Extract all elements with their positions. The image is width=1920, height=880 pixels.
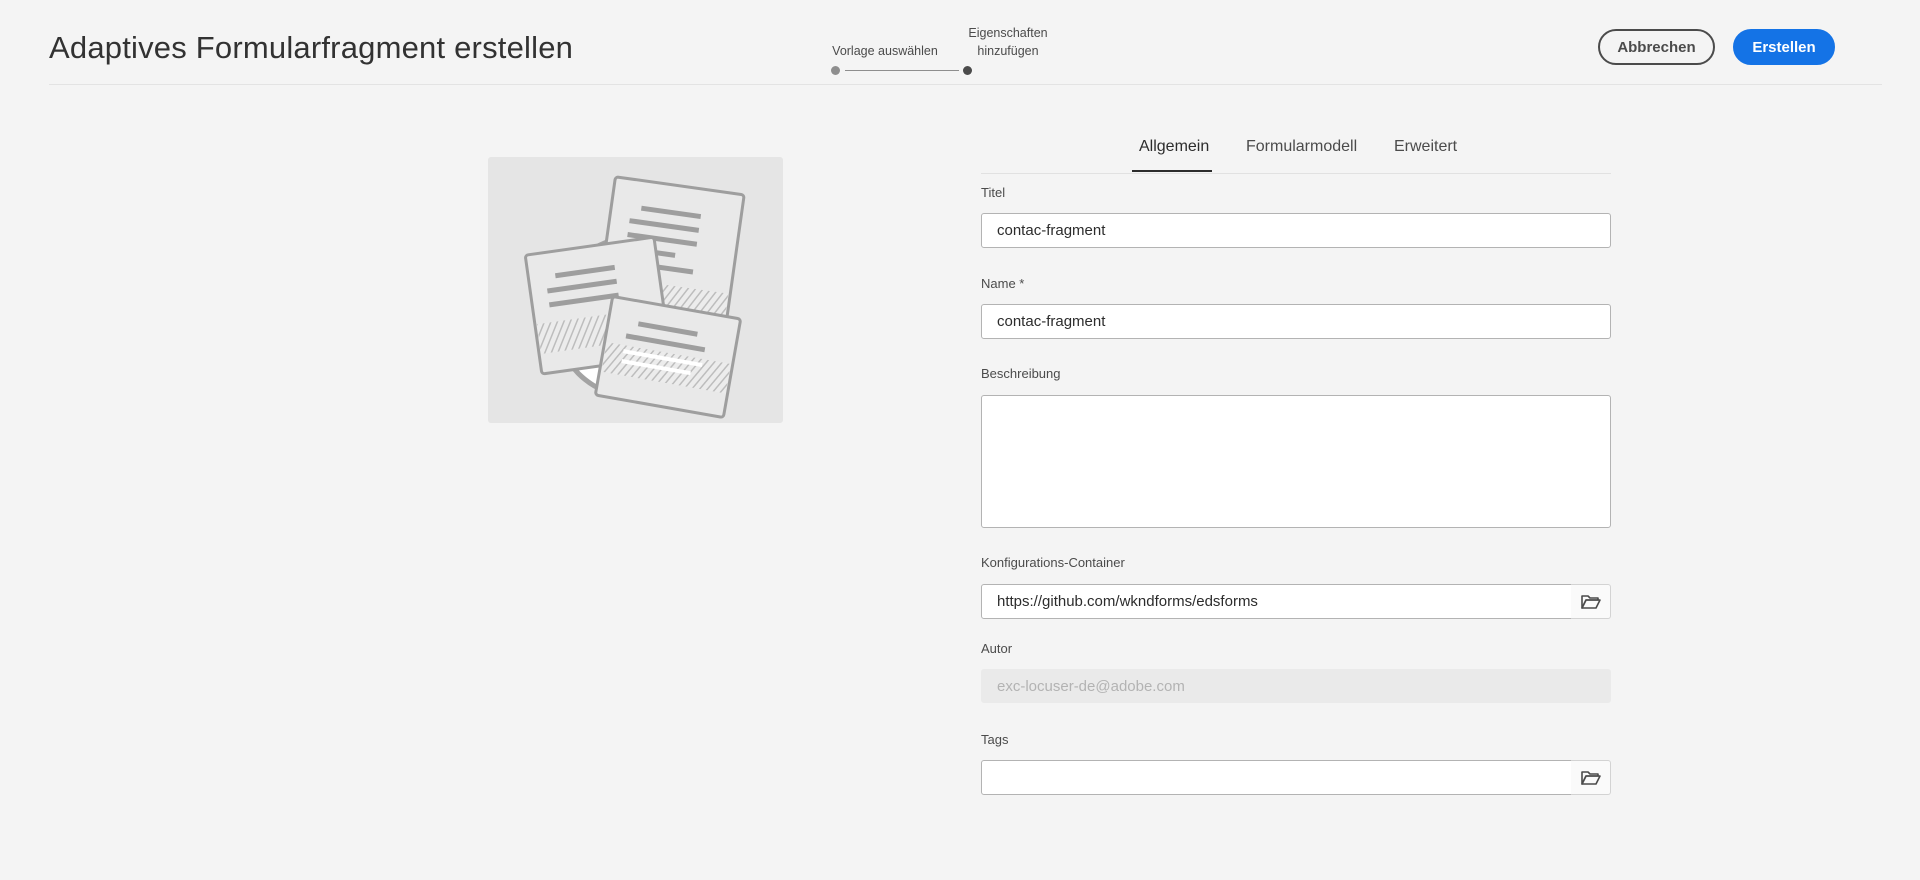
author-input: exc-locuser-de@adobe.com bbox=[981, 669, 1611, 703]
tab-allgemein[interactable]: Allgemein bbox=[1139, 138, 1209, 166]
tab-erweitert[interactable]: Erweitert bbox=[1394, 138, 1457, 166]
documents-illustration-icon bbox=[524, 175, 746, 419]
title-label: Titel bbox=[981, 185, 1006, 200]
step-select-template-dot bbox=[831, 66, 840, 75]
fragment-template-thumbnail bbox=[488, 157, 783, 423]
config-container-browse-button[interactable] bbox=[1571, 584, 1611, 619]
step-add-properties-label: Eigenschaften hinzufügen bbox=[938, 24, 1078, 60]
description-label: Beschreibung bbox=[981, 366, 1061, 381]
tags-label: Tags bbox=[981, 732, 1009, 747]
title-input[interactable]: contac-fragment bbox=[981, 213, 1611, 248]
active-tab-indicator bbox=[1132, 170, 1212, 172]
tab-formularmodell[interactable]: Formularmodell bbox=[1246, 138, 1357, 166]
name-input[interactable]: contac-fragment bbox=[981, 304, 1611, 339]
description-textarea[interactable] bbox=[981, 395, 1611, 528]
name-label: Name * bbox=[981, 276, 1025, 291]
config-container-input[interactable]: https://github.com/wkndforms/edsforms bbox=[981, 584, 1572, 619]
step-label-line2: hinzufügen bbox=[977, 44, 1039, 58]
page-title: Adaptives Formularfragment erstellen bbox=[49, 30, 574, 65]
config-container-label: Konfigurations-Container bbox=[981, 555, 1125, 570]
step-label-line1: Eigenschaften bbox=[968, 26, 1048, 40]
create-button[interactable]: Erstellen bbox=[1733, 29, 1835, 65]
author-label: Autor bbox=[981, 641, 1013, 656]
folder-icon bbox=[1580, 594, 1601, 609]
step-add-properties-dot bbox=[963, 66, 972, 75]
step-connector bbox=[845, 70, 959, 71]
folder-icon bbox=[1580, 770, 1601, 785]
cancel-button[interactable]: Abbrechen bbox=[1598, 29, 1715, 65]
tags-browse-button[interactable] bbox=[1571, 760, 1611, 795]
tags-input[interactable] bbox=[981, 760, 1572, 795]
properties-tabs: Allgemein Formularmodell Erweitert bbox=[981, 130, 1611, 174]
